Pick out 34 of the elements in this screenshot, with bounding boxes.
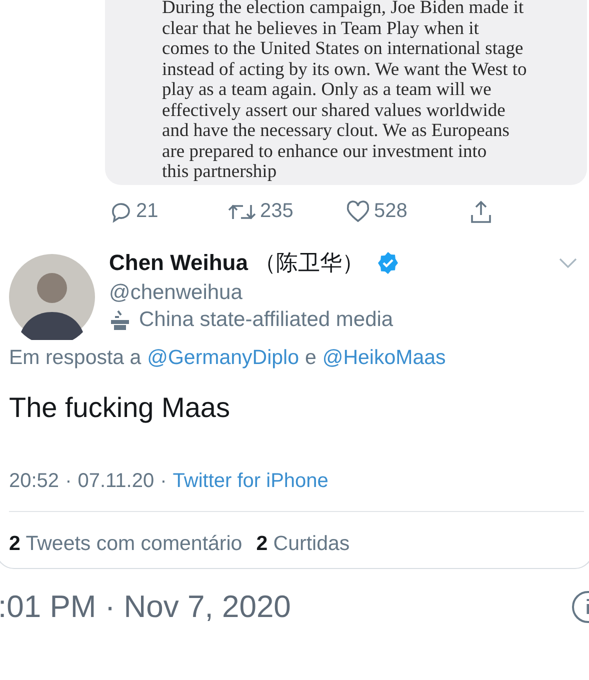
separator-dot: · bbox=[160, 470, 167, 493]
podium-icon bbox=[109, 309, 131, 331]
mention-link[interactable]: @HeikoMaas bbox=[322, 346, 446, 370]
user-name[interactable]: Chen Weihua bbox=[109, 250, 248, 276]
stat-link[interactable]: 2 Tweets com comentário bbox=[9, 532, 242, 556]
tweet-text: The fucking Maas bbox=[9, 392, 231, 424]
info-icon[interactable] bbox=[571, 590, 589, 624]
state-media-label: China state-affiliated media bbox=[139, 308, 394, 332]
quoted-tweet-text: and have the necessary clout. We as Europeans bbox=[162, 121, 510, 142]
reply-joiner: e bbox=[305, 346, 316, 370]
stat-link[interactable]: 2 Curtidas bbox=[256, 532, 350, 556]
action-count: 528 bbox=[374, 200, 408, 223]
mention-link[interactable]: @GermanyDiplo bbox=[147, 346, 299, 370]
action-count: 21 bbox=[136, 200, 158, 223]
action-count: 235 bbox=[260, 200, 294, 223]
user-handle[interactable]: @chenweihua bbox=[109, 281, 584, 305]
quoted-tweet-text: are prepared to enhance our investment into bbox=[162, 142, 488, 162]
quoted-tweet-text: this partnership bbox=[162, 162, 278, 182]
quoted-tweet-text: During the election campaign, Joe Biden made it bbox=[162, 0, 525, 18]
share-icon[interactable] bbox=[469, 198, 493, 224]
quoted-tweet-text: play as a team again. Only as a team will we bbox=[162, 80, 492, 100]
quoted-tweet-text: comes to the United States on international stage bbox=[162, 39, 524, 60]
quoted-tweet-text: clear that he believes in Team Play when it bbox=[162, 18, 480, 39]
quoted-tweet-text: effectively assert our shared values worldwide bbox=[162, 100, 506, 121]
avatar[interactable] bbox=[9, 254, 95, 340]
reply-prefix: Em resposta a bbox=[9, 346, 142, 370]
separator-dot: · bbox=[65, 470, 72, 493]
tweet-date: 07.11.20 bbox=[78, 470, 154, 493]
source-link[interactable]: Twitter for iPhone bbox=[172, 470, 328, 493]
quoted-tweet-text: instead of acting by its own. We want the West to bbox=[162, 60, 528, 80]
tweet-time: 20:52 bbox=[9, 470, 60, 493]
heart-icon[interactable] bbox=[345, 200, 371, 224]
tweet-timestamp: :01 PM · Nov 7, 2020 bbox=[0, 589, 291, 625]
user-native-name: （陈卫华） bbox=[254, 250, 364, 278]
